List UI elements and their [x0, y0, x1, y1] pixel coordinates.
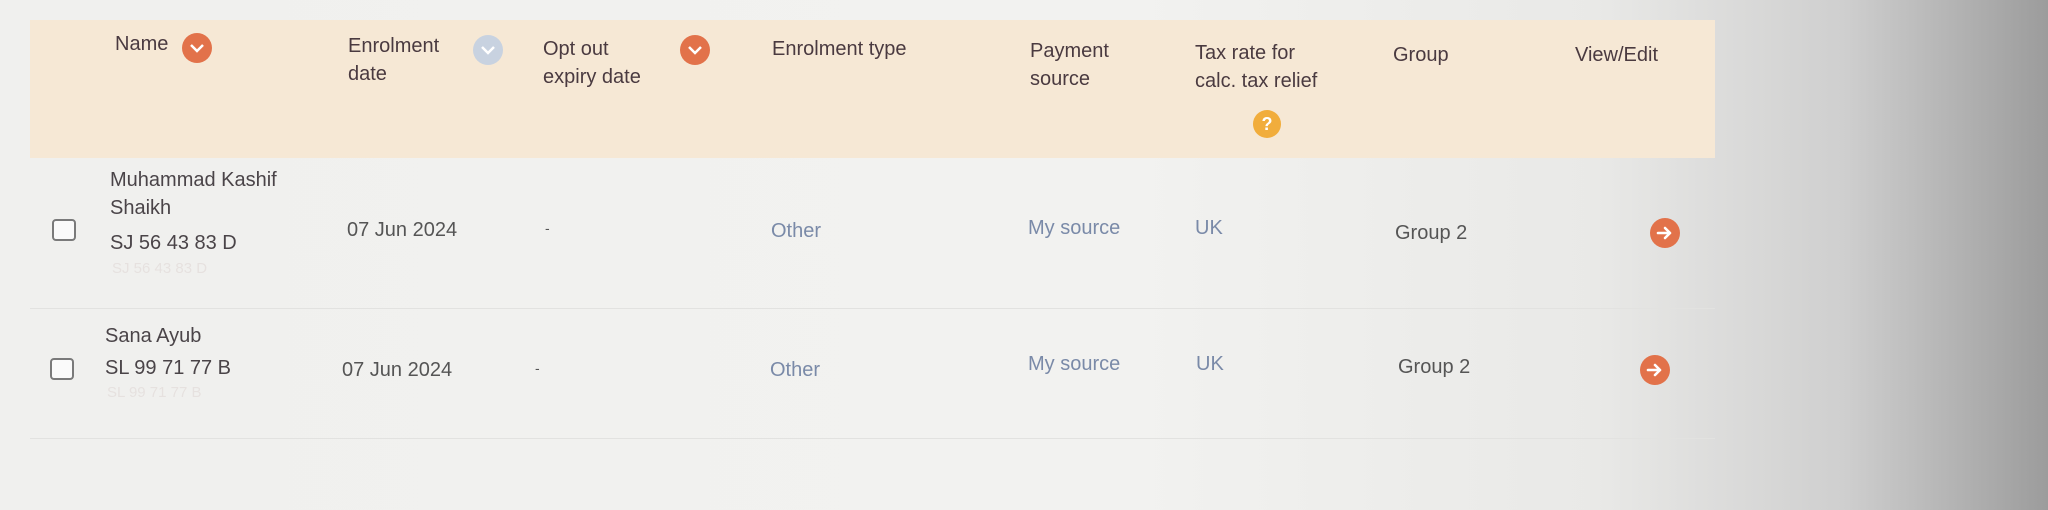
- tax-rate: UK: [1196, 353, 1224, 375]
- view-edit-button[interactable]: [1650, 218, 1680, 248]
- header-name[interactable]: Name: [115, 30, 168, 58]
- header-opt-out[interactable]: Opt out expiry date: [543, 35, 641, 91]
- table-header: Name Enrolment date Opt out expiry date …: [30, 20, 1715, 158]
- employee-name-line1: Muhammad Kashif: [110, 169, 277, 191]
- enrolment-date: 07 Jun 2024: [347, 219, 458, 241]
- header-tax-rate-line1: Tax rate for: [1195, 42, 1296, 64]
- ni-number-faded: SL 99 71 77 B: [107, 384, 202, 401]
- question-icon[interactable]: ?: [1253, 110, 1281, 138]
- enrolment-date: 07 Jun 2024: [342, 359, 453, 381]
- chevron-down-icon: [688, 46, 702, 55]
- arrow-right-icon: [1646, 363, 1662, 377]
- header-tax-rate[interactable]: Tax rate for calc. tax relief: [1195, 39, 1317, 95]
- enrolment-type: Other: [770, 359, 821, 381]
- header-enrolment-date-line2: date: [348, 63, 387, 85]
- header-payment-source-line2: source: [1030, 68, 1091, 90]
- arrow-right-icon: [1656, 226, 1672, 240]
- sort-enrolment-date-chevron-down-icon[interactable]: [473, 35, 503, 65]
- header-enrolment-type[interactable]: Enrolment type: [772, 35, 907, 63]
- tax-rate: UK: [1195, 217, 1223, 239]
- ni-number: SJ 56 43 83 D: [110, 232, 237, 254]
- header-enrolment-type-label: Enrolment type: [772, 38, 907, 60]
- sort-opt-out-chevron-down-icon[interactable]: [680, 35, 710, 65]
- payment-source: My source: [1028, 353, 1121, 375]
- header-opt-out-line2: expiry date: [543, 66, 641, 88]
- page: Name Enrolment date Opt out expiry date …: [0, 0, 2048, 510]
- header-view-edit-label: View/Edit: [1575, 44, 1659, 66]
- row-select-checkbox[interactable]: [52, 219, 76, 241]
- sort-name-chevron-down-icon[interactable]: [182, 33, 212, 63]
- chevron-down-icon: [481, 46, 495, 55]
- header-group-label: Group: [1393, 44, 1449, 66]
- view-edit-button[interactable]: [1640, 355, 1670, 385]
- payment-source: My source: [1028, 217, 1121, 239]
- group: Group 2: [1395, 222, 1468, 244]
- employee-name[interactable]: Sana Ayub: [105, 325, 201, 348]
- ni-number: SL 99 71 77 B: [105, 357, 232, 379]
- enrolment-type: Other: [771, 220, 822, 242]
- header-payment-source-line1: Payment: [1030, 40, 1109, 62]
- group: Group 2: [1398, 356, 1471, 378]
- header-view-edit: View/Edit: [1575, 41, 1658, 69]
- header-name-label: Name: [115, 33, 169, 55]
- table-row: Muhammad Kashif Shaikh SJ 56 43 83 D SJ …: [30, 158, 1715, 309]
- header-payment-source[interactable]: Payment source: [1030, 37, 1109, 93]
- chevron-down-icon: [190, 44, 204, 53]
- header-group[interactable]: Group: [1393, 41, 1449, 69]
- header-tax-rate-line2: calc. tax relief: [1195, 70, 1318, 92]
- header-enrolment-date-line1: Enrolment: [348, 35, 440, 57]
- opt-out-expiry: -: [545, 220, 550, 236]
- table-row: Sana Ayub SL 99 71 77 B SL 99 71 77 B 07…: [30, 308, 1715, 439]
- opt-out-expiry: -: [535, 360, 540, 376]
- employee-name[interactable]: Muhammad Kashif Shaikh: [110, 166, 277, 222]
- employee-name-line2: Shaikh: [110, 197, 172, 219]
- header-enrolment-date[interactable]: Enrolment date: [348, 32, 439, 88]
- header-opt-out-line1: Opt out: [543, 38, 609, 60]
- ni-number-faded: SJ 56 43 83 D: [112, 260, 208, 277]
- row-select-checkbox[interactable]: [50, 358, 74, 380]
